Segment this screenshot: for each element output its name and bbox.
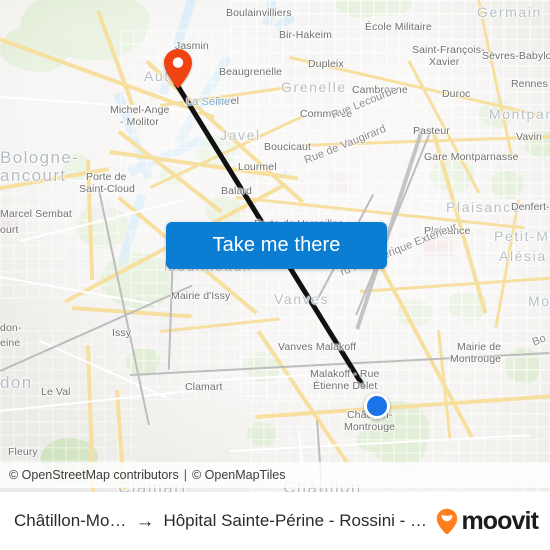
arrow-right-icon: → [135,510,155,532]
route-destination-label: Hôpital Sainte-Périne - Rossini - Ch… [163,511,429,530]
attribution-separator: | [183,468,187,482]
moovit-wordmark: moovit [461,506,538,535]
map-attribution-bar: © OpenStreetMap contributors | © OpenMap… [0,462,550,488]
destination-pin-marker[interactable] [162,48,194,90]
moovit-brand-logo[interactable]: moovit [436,506,539,536]
openmaptiles-attribution-link[interactable]: © OpenMapTiles [192,468,286,482]
route-footer-bar: Châtillon-Mo… → Hôpital Sainte-Périne - … [0,492,550,550]
route-endpoints: Châtillon-Mo… → Hôpital Sainte-Périne - … [14,511,428,531]
take-me-there-button[interactable]: Take me there [166,222,387,269]
origin-dot-marker[interactable] [364,393,390,419]
moovit-route-preview: Boulainvilliers Jasmin Bir-Hakeim École Mil… [0,0,550,550]
route-origin-label: Châtillon-Mo… [14,511,127,530]
openstreetmap-attribution-link[interactable]: © OpenStreetMap contributors [9,468,179,482]
moovit-pin-smile-icon [436,508,458,534]
map-canvas[interactable]: Boulainvilliers Jasmin Bir-Hakeim École Mil… [0,0,550,492]
